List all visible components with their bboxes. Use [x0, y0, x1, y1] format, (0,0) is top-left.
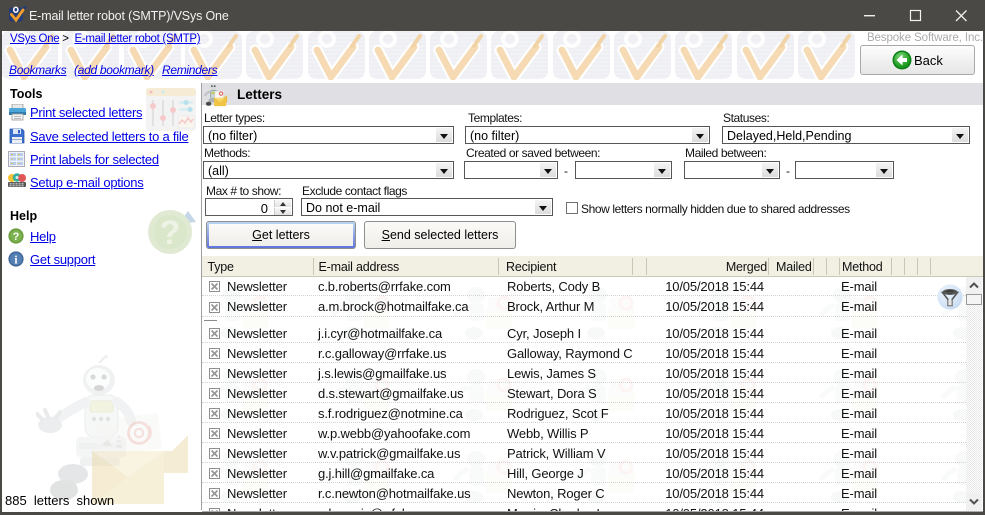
svg-text:?: ? — [160, 214, 181, 252]
svg-text:?: ? — [13, 231, 20, 243]
